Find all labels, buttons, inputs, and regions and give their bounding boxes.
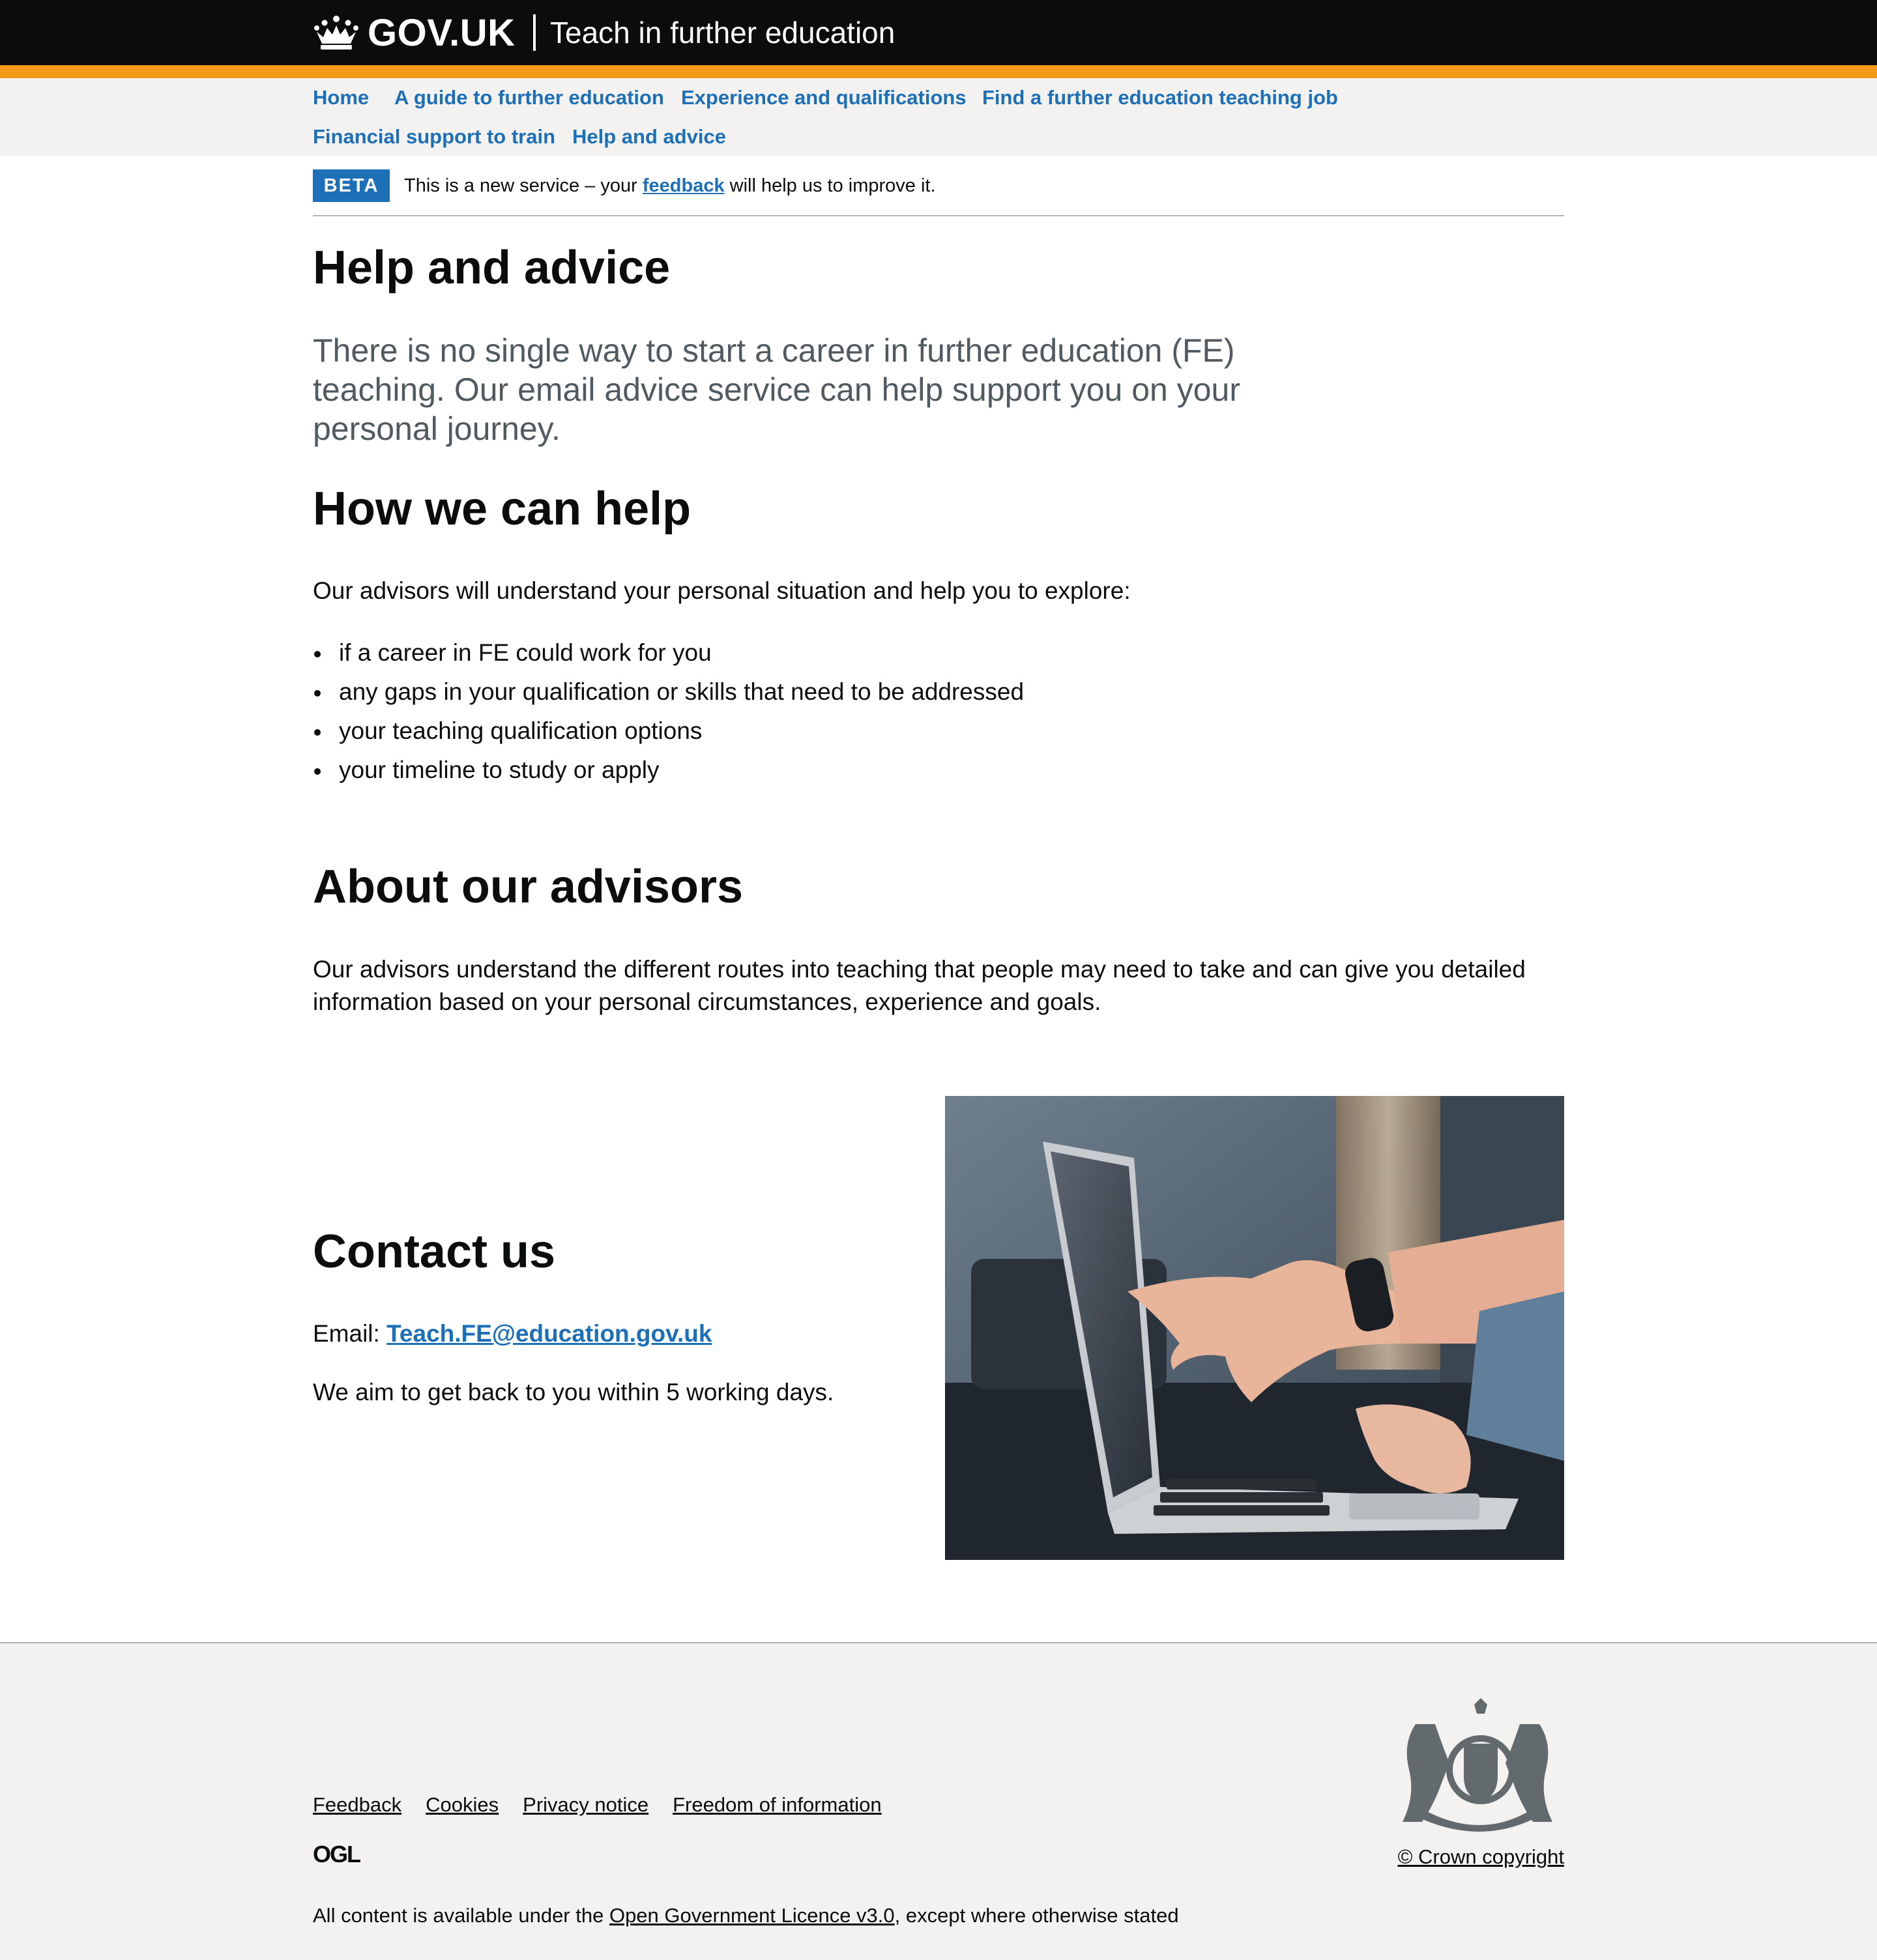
crown-icon (314, 16, 358, 50)
ogl-logo-icon: OGL (313, 1843, 362, 1866)
primary-navigation: Home A guide to further education Experi… (0, 78, 1877, 156)
ogl-licence-link[interactable]: Open Government Licence v3.0 (609, 1904, 895, 1927)
laptop-photo (945, 1096, 1564, 1560)
laptop-photo-illustration (945, 1096, 1564, 1560)
nav-item-help-advice[interactable]: Help and advice (572, 121, 726, 152)
phase-banner: BETA This is a new service – your feedba… (313, 156, 1564, 216)
nav-item-home[interactable]: Home (313, 82, 369, 113)
licence-text-after: , except where otherwise stated (894, 1904, 1179, 1927)
nav-item-find-job[interactable]: Find a further education teaching job (982, 82, 1338, 113)
list-item: if a career in FE could work for you (313, 633, 1024, 672)
ogl-logo-text: OGL (313, 1843, 360, 1866)
beta-text-before: This is a new service – your (404, 175, 643, 196)
footer-links: Feedback Cookies Privacy notice Freedom … (313, 1791, 906, 1819)
footer-link-feedback[interactable]: Feedback (313, 1791, 401, 1819)
about-advisors-text: Our advisors understand the different ro… (313, 956, 1526, 1015)
beta-text-after: will help us to improve it. (724, 175, 936, 196)
list-item: your timeline to study or apply (313, 751, 1024, 790)
beta-text: This is a new service – your feedback wi… (404, 172, 936, 199)
beta-tag: BETA (313, 169, 390, 202)
site-footer: Feedback Cookies Privacy notice Freedom … (0, 1642, 1877, 1960)
licence-text: All content is available under the Open … (313, 1901, 1179, 1930)
govuk-logo-text: GOV.UK (368, 11, 516, 54)
list-item: any gaps in your qualification or skills… (313, 672, 1024, 712)
royal-coat-of-arms-icon (1403, 1698, 1552, 1832)
licence-text-before: All content is available under the (313, 1904, 609, 1927)
page-title: Help and advice (313, 242, 671, 294)
contact-us-heading: Contact us (313, 1226, 556, 1278)
header-stripe (0, 65, 1877, 78)
email-line: Email: Teach.FE@education.gov.uk (313, 1318, 712, 1350)
crown-copyright-link[interactable]: © Crown copyright (1398, 1843, 1564, 1871)
footer-link-foi[interactable]: Freedom of information (673, 1791, 881, 1819)
help-bullet-list: if a career in FE could work for you any… (313, 633, 1024, 790)
about-advisors-heading: About our advisors (313, 861, 744, 913)
list-item: your teaching qualification options (313, 712, 1024, 751)
service-name-link[interactable]: Teach in further education (533, 14, 895, 51)
nav-item-guide[interactable]: A guide to further education (394, 82, 664, 113)
email-label: Email: (313, 1320, 387, 1347)
nav-item-experience[interactable]: Experience and qualifications (681, 82, 967, 113)
response-time-text: We aim to get back to you within 5 worki… (313, 1379, 834, 1405)
how-we-can-help-heading: How we can help (313, 483, 691, 535)
email-link[interactable]: Teach.FE@education.gov.uk (386, 1320, 712, 1347)
feedback-link[interactable]: feedback (643, 175, 725, 196)
footer-link-privacy[interactable]: Privacy notice (523, 1791, 648, 1819)
lead-paragraph: There is no single way to start a career… (313, 332, 1240, 447)
govuk-logo-link[interactable]: GOV.UK (313, 11, 516, 54)
how-intro-text: Our advisors will understand your person… (313, 577, 1131, 604)
nav-item-financial-support[interactable]: Financial support to train (313, 121, 555, 152)
site-header: GOV.UK Teach in further education (0, 0, 1877, 65)
footer-link-cookies[interactable]: Cookies (426, 1791, 499, 1819)
